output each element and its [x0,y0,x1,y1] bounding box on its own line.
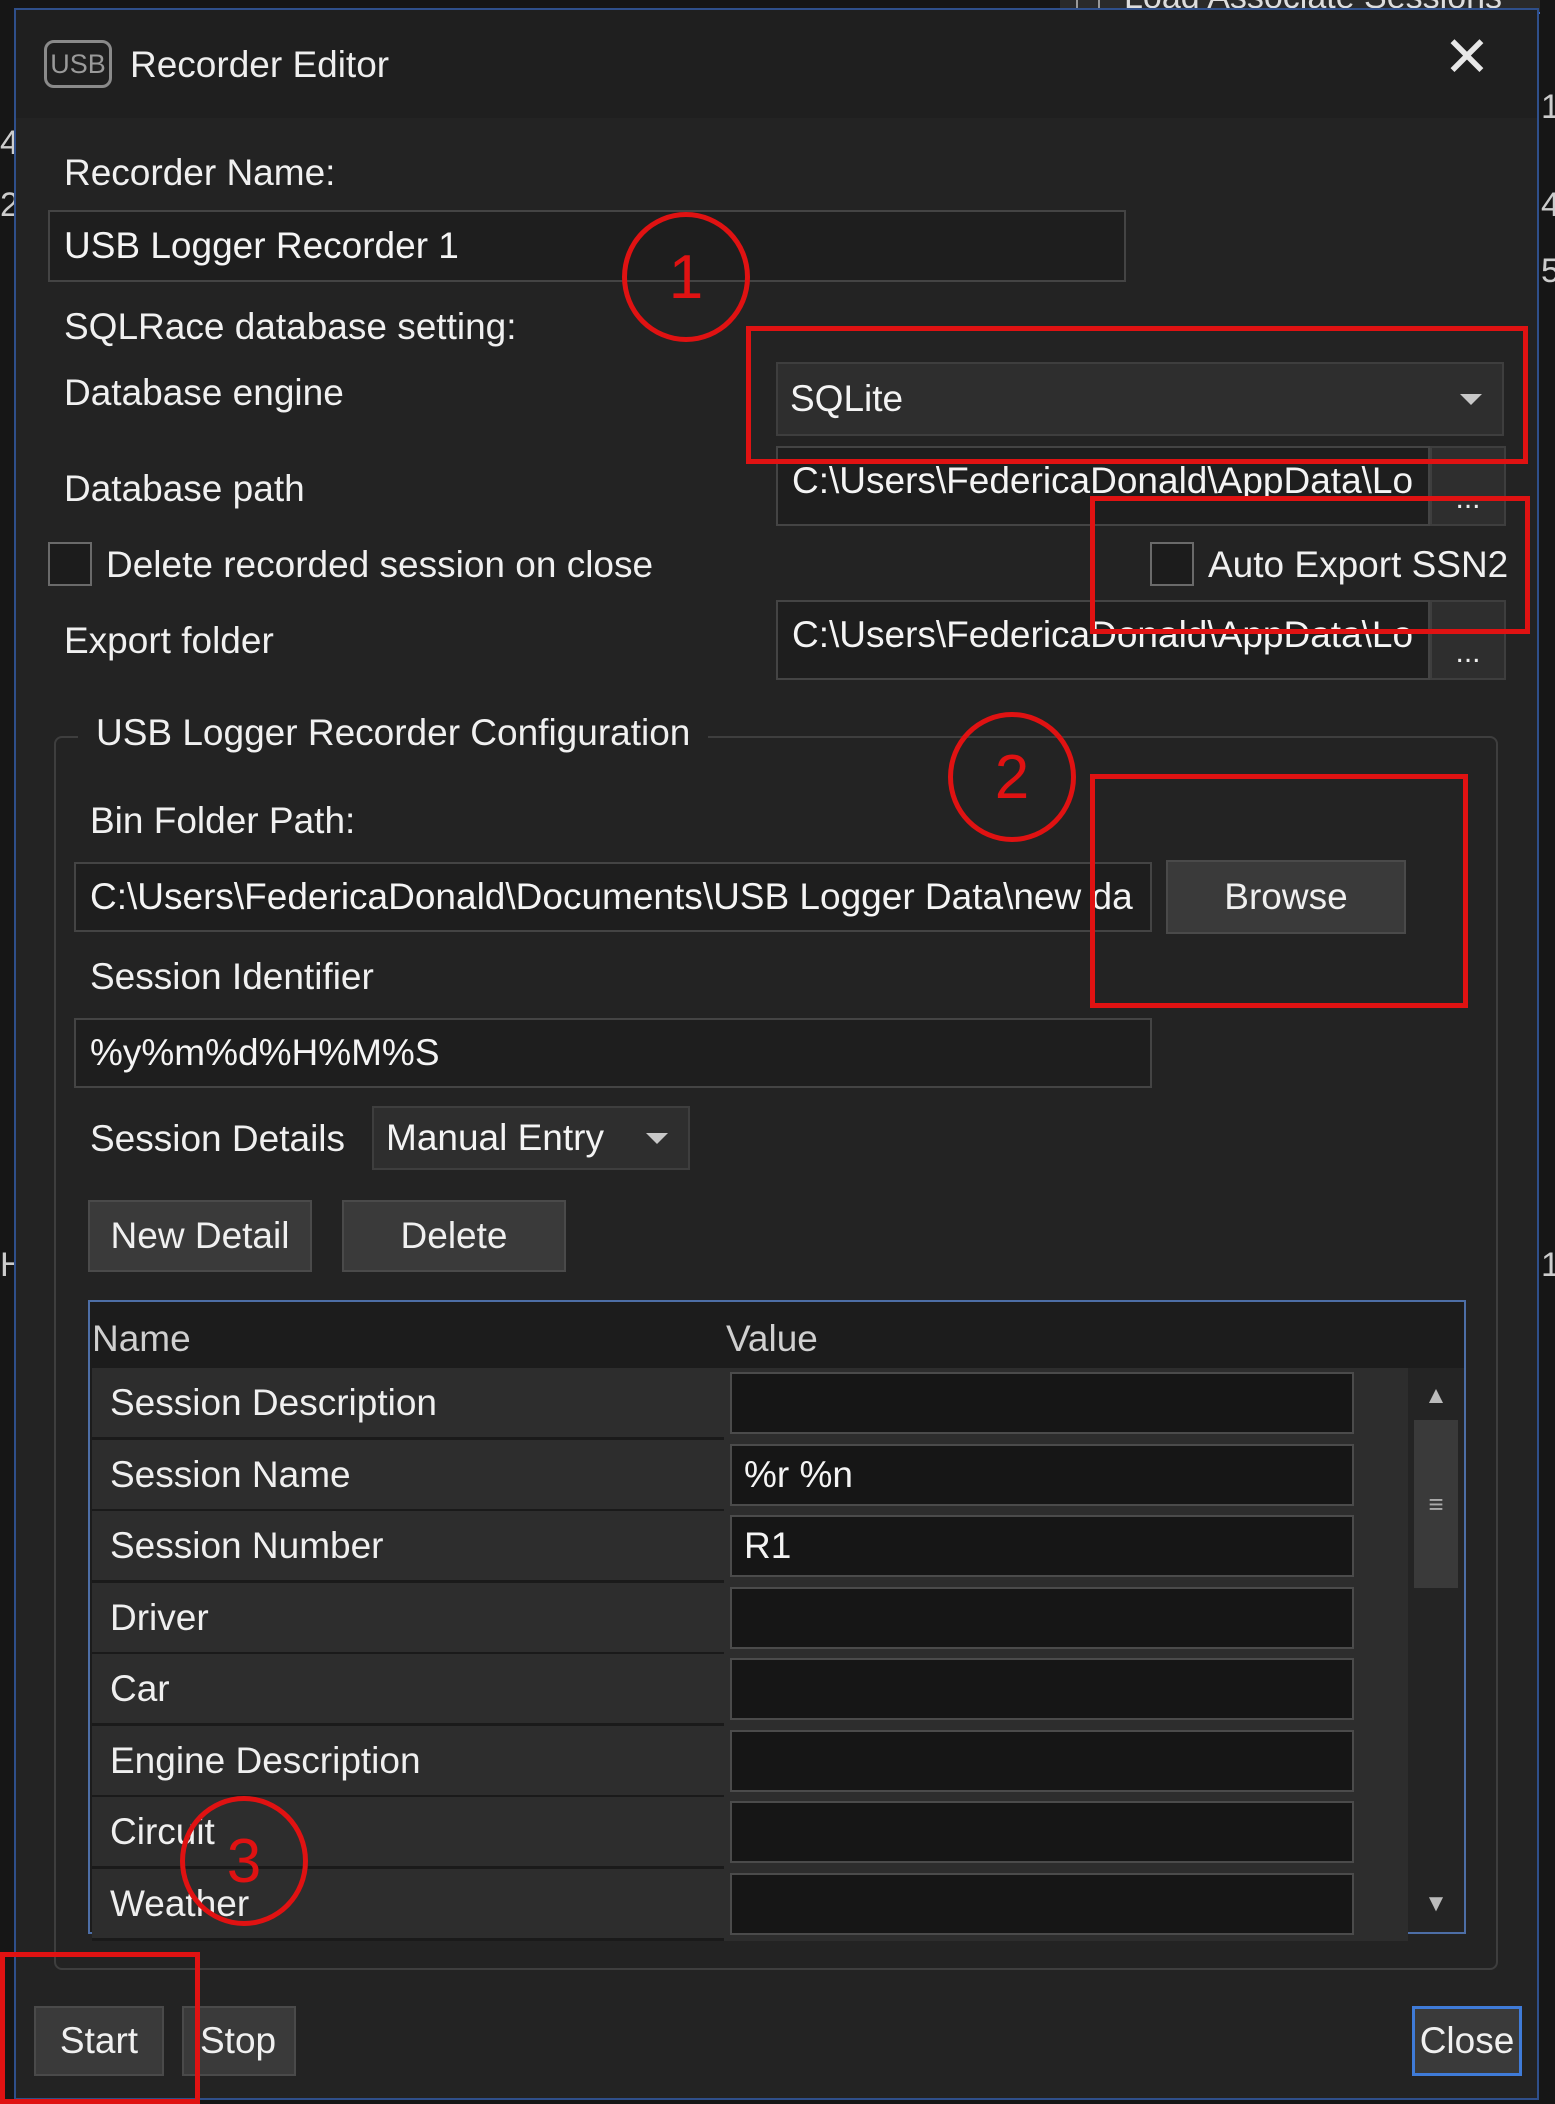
grid-row-name: Engine Description [92,1726,724,1798]
grid-header-value: Value [726,1318,818,1359]
annotation-marker-1: 1 [622,212,750,342]
edge-char: 1 [1541,1246,1555,1284]
export-folder-label: Export folder [64,620,274,661]
bin-folder-input[interactable]: C:\Users\FedericaDonald\Documents\USB Lo… [74,862,1152,932]
delete-session-checkbox[interactable] [48,542,92,586]
edge-char: 1 [1541,88,1555,126]
dialog-title: Recorder Editor [130,44,390,85]
chevron-down-icon [646,1133,668,1144]
grid-row-value-input[interactable] [730,1873,1354,1935]
session-identifier-input[interactable]: %y%m%d%H%M%S [74,1018,1152,1088]
database-path-label: Database path [64,468,305,509]
grid-row-name: Session Name [92,1440,724,1512]
session-details-value: Manual Entry [386,1117,604,1158]
grid-row-value-input[interactable]: %r %n [730,1444,1354,1506]
grid-row-value-input[interactable] [730,1730,1354,1792]
close-button[interactable]: Close [1412,2006,1522,2076]
sqlrace-setting-label: SQLRace database setting: [64,306,517,347]
grid-row-name: Car [92,1654,724,1726]
grid-row-value-input[interactable] [730,1801,1354,1863]
grid-row-name: Session Description [92,1368,724,1440]
scroll-down-icon[interactable]: ▼ [1414,1882,1458,1926]
annotation-marker-3: 3 [180,1796,308,1926]
highlight-database-engine [746,326,1528,464]
bin-folder-label: Bin Folder Path: [90,800,356,841]
delete-detail-button[interactable]: Delete [342,1200,566,1272]
scroll-thumb[interactable]: ≡ [1414,1420,1458,1588]
recorder-name-label: Recorder Name: [64,152,336,193]
annotation-marker-2: 2 [948,712,1076,842]
grid-row-value-input[interactable]: R1 [730,1515,1354,1577]
highlight-browse [1090,774,1468,1008]
grid-row-value-input[interactable] [730,1658,1354,1720]
config-group-title: USB Logger Recorder Configuration [78,712,709,754]
highlight-auto-export [1090,496,1530,634]
grid-header-name: Name [92,1318,191,1359]
session-details-label: Session Details [90,1118,346,1159]
grid-row-name: Driver [92,1583,724,1655]
close-icon[interactable]: ✕ [1440,29,1494,85]
grid-row-value-input[interactable] [730,1587,1354,1649]
grid-row-name: Session Number [92,1511,724,1583]
session-details-select[interactable]: Manual Entry [372,1106,690,1170]
edge-char: 5 [1541,252,1555,290]
highlight-start [0,1952,200,2104]
new-detail-button[interactable]: New Detail [88,1200,312,1272]
usb-icon: USB [44,40,112,88]
grid-row-value-input[interactable] [730,1372,1354,1434]
delete-session-label: Delete recorded session on close [106,544,654,585]
database-engine-label: Database engine [64,372,344,413]
edge-char: 4 [1541,186,1555,224]
session-identifier-label: Session Identifier [90,956,374,997]
scroll-up-icon[interactable]: ▲ [1414,1374,1458,1418]
recorder-name-input[interactable]: USB Logger Recorder 1 [48,210,1126,282]
